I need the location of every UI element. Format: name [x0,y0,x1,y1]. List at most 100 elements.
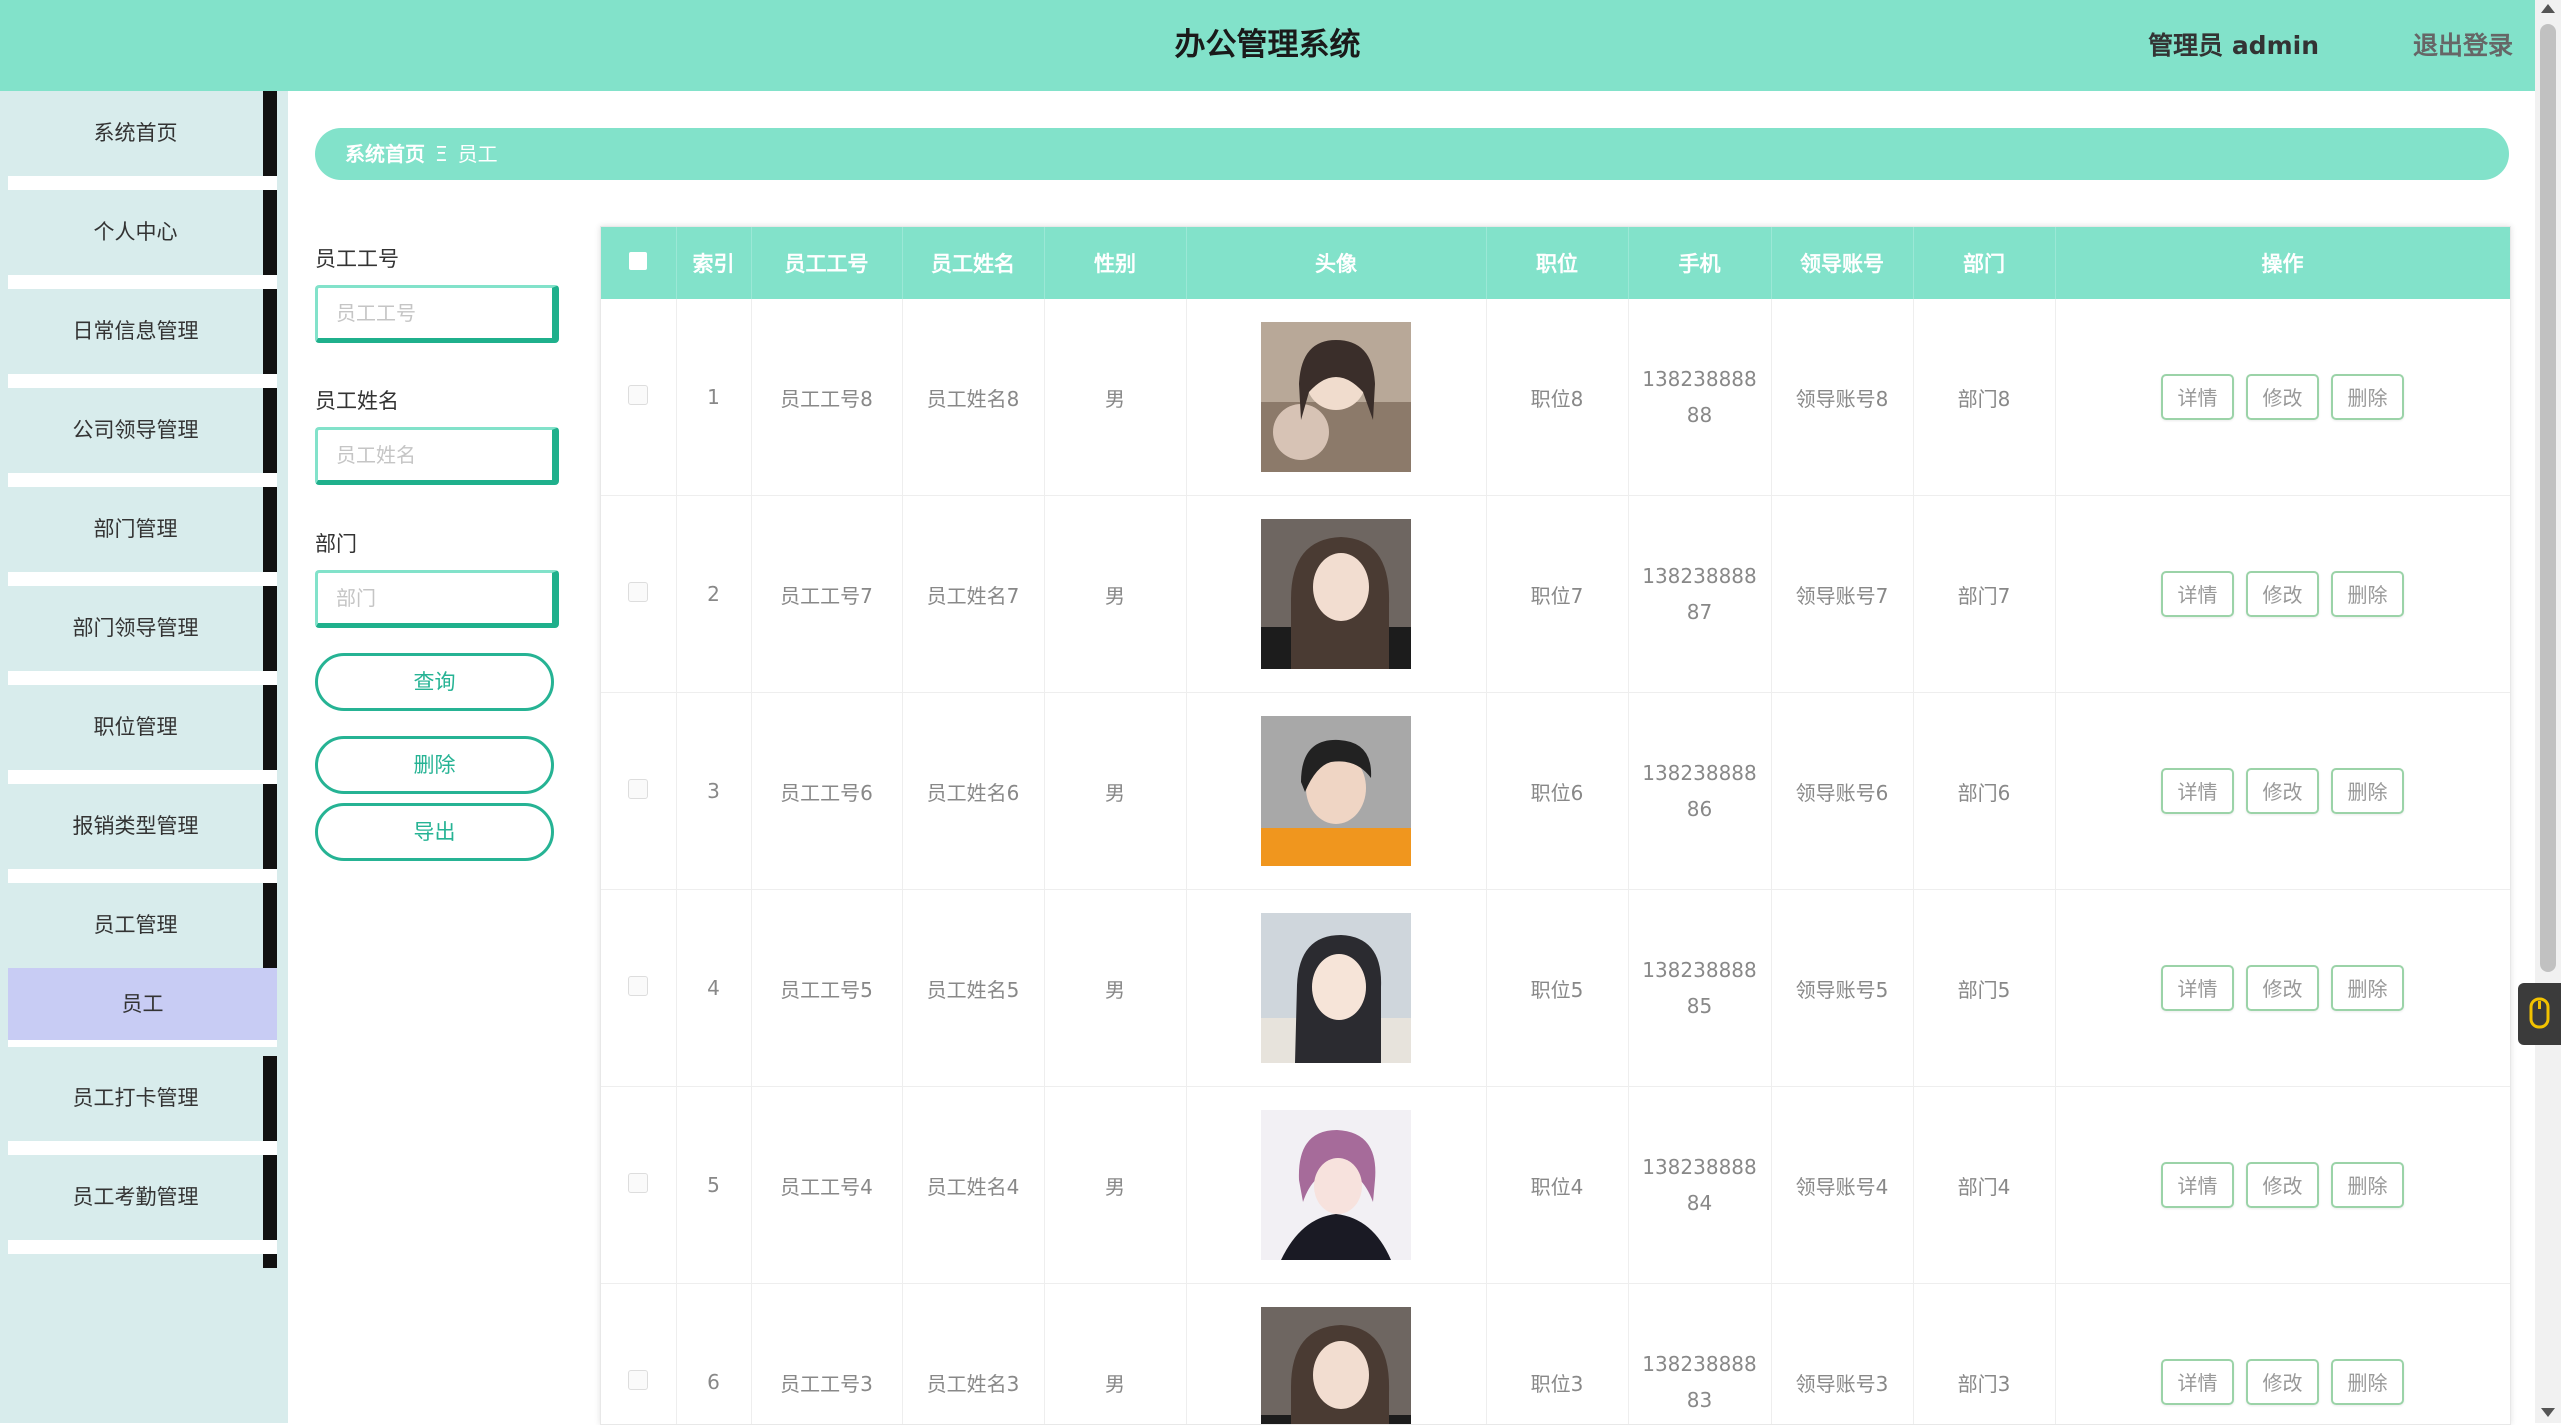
cell-emp-no: 员工工号7 [751,496,902,693]
col-header-avatar: 头像 [1186,227,1486,299]
sidebar-item-dept-leaders[interactable]: 部门领导管理 [8,586,277,671]
detail-button[interactable]: 详情 [2161,571,2234,617]
sidebar-subitem-employees[interactable]: 员工 [8,968,277,1040]
sidebar-separator [8,572,277,586]
sidebar-separator [8,869,277,883]
sidebar-item-personal-center[interactable]: 个人中心 [8,190,277,275]
cell-leader-account: 领导账号6 [1771,693,1913,890]
batch-delete-button[interactable]: 删除 [315,736,554,794]
cell-actions: 详情修改删除 [2055,299,2510,496]
cell-position: 职位6 [1486,693,1628,890]
col-header-actions: 操作 [2055,227,2510,299]
phone-part-1: 138238888 [1642,958,1757,982]
row-checkbox[interactable] [628,385,648,405]
cell-gender: 男 [1044,1087,1186,1284]
export-button[interactable]: 导出 [315,803,554,861]
cell-index: 5 [676,1087,751,1284]
row-checkbox[interactable] [628,582,648,602]
edit-button[interactable]: 修改 [2246,768,2319,814]
sidebar-separator [8,473,277,487]
edit-button[interactable]: 修改 [2246,1162,2319,1208]
cell-position: 职位7 [1486,496,1628,693]
sidebar-item-home[interactable]: 系统首页 [8,91,277,176]
cell-department: 部门8 [1913,299,2055,496]
cell-gender: 男 [1044,890,1186,1087]
delete-button[interactable]: 删除 [2331,571,2404,617]
cell-avatar [1186,299,1486,496]
row-checkbox[interactable] [628,976,648,996]
phone-part-2: 86 [1687,797,1712,821]
row-checkbox[interactable] [628,779,648,799]
delete-button[interactable]: 删除 [2331,965,2404,1011]
sidebar-item-employee-management[interactable]: 员工管理 [8,883,277,968]
detail-button[interactable]: 详情 [2161,965,2234,1011]
cell-leader-account: 领导账号3 [1771,1284,1913,1425]
breadcrumb-home[interactable]: 系统首页 [345,142,425,166]
select-all-checkbox[interactable] [601,227,676,299]
emp-no-input[interactable] [315,285,559,343]
col-header-emp-no: 员工工号 [751,227,902,299]
sidebar-item-clock-in[interactable]: 员工打卡管理 [8,1056,277,1141]
row-checkbox[interactable] [628,1370,648,1390]
edit-button[interactable]: 修改 [2246,1359,2319,1405]
sidebar-item-positions[interactable]: 职位管理 [8,685,277,770]
scroll-down-arrow-icon[interactable] [2541,1408,2555,1417]
sidebar-separator [8,176,277,190]
cell-emp-name: 员工姓名4 [902,1087,1044,1284]
sidebar-item-reimbursement-types[interactable]: 报销类型管理 [8,784,277,869]
cell-emp-name: 员工姓名7 [902,496,1044,693]
sidebar-item-departments[interactable]: 部门管理 [8,487,277,572]
cell-avatar [1186,693,1486,890]
edit-button[interactable]: 修改 [2246,571,2319,617]
scroll-up-arrow-icon[interactable] [2541,4,2555,13]
sidebar-separator [8,1240,277,1254]
cell-leader-account: 领导账号5 [1771,890,1913,1087]
cell-department: 部门3 [1913,1284,2055,1425]
mouse-icon [2518,983,2561,1045]
floating-tool-button[interactable] [2518,983,2561,1045]
detail-button[interactable]: 详情 [2161,374,2234,420]
detail-button[interactable]: 详情 [2161,768,2234,814]
query-button[interactable]: 查询 [315,653,554,711]
sidebar-separator [8,770,277,784]
phone-part-1: 138238888 [1642,367,1757,391]
phone-part-2: 83 [1687,1388,1712,1412]
avatar-photo [1261,913,1411,1063]
delete-button[interactable]: 删除 [2331,374,2404,420]
cell-emp-no: 员工工号4 [751,1087,902,1284]
emp-name-input[interactable] [315,427,559,485]
breadcrumb: 系统首页Ξ员工 [315,128,2509,180]
logout-button[interactable]: 退出登录 [2413,0,2513,91]
scrollbar-thumb[interactable] [2540,24,2556,972]
sidebar-separator [8,1141,277,1155]
breadcrumb-current: 员工 [458,142,498,166]
cell-actions: 详情修改删除 [2055,693,2510,890]
employee-table: 索引 员工工号 员工姓名 性别 头像 职位 手机 领导账号 部门 操作 1 员工… [600,226,2511,1425]
cell-actions: 详情修改删除 [2055,496,2510,693]
cell-position: 职位3 [1486,1284,1628,1425]
delete-button[interactable]: 删除 [2331,768,2404,814]
phone-part-2: 88 [1687,403,1712,427]
sidebar-item-company-leaders[interactable]: 公司领导管理 [8,388,277,473]
detail-button[interactable]: 详情 [2161,1162,2234,1208]
delete-button[interactable]: 删除 [2331,1359,2404,1405]
cell-emp-no: 员工工号6 [751,693,902,890]
top-header: 办公管理系统 管理员 admin 退出登录 [0,0,2535,91]
cell-gender: 男 [1044,496,1186,693]
dept-input[interactable] [315,570,559,628]
emp-name-label: 员工姓名 [315,385,399,415]
delete-button[interactable]: 删除 [2331,1162,2404,1208]
sidebar-separator [8,374,277,388]
sidebar-item-attendance[interactable]: 员工考勤管理 [8,1155,277,1240]
cell-index: 2 [676,496,751,693]
sidebar-item-daily-info[interactable]: 日常信息管理 [8,289,277,374]
cell-phone: 138238888 88 [1628,299,1771,496]
row-checkbox[interactable] [628,1173,648,1193]
edit-button[interactable]: 修改 [2246,965,2319,1011]
col-header-position: 职位 [1486,227,1628,299]
phone-part-2: 84 [1687,1191,1712,1215]
phone-part-1: 138238888 [1642,1352,1757,1376]
detail-button[interactable]: 详情 [2161,1359,2234,1405]
checkbox-icon[interactable] [629,252,647,270]
edit-button[interactable]: 修改 [2246,374,2319,420]
